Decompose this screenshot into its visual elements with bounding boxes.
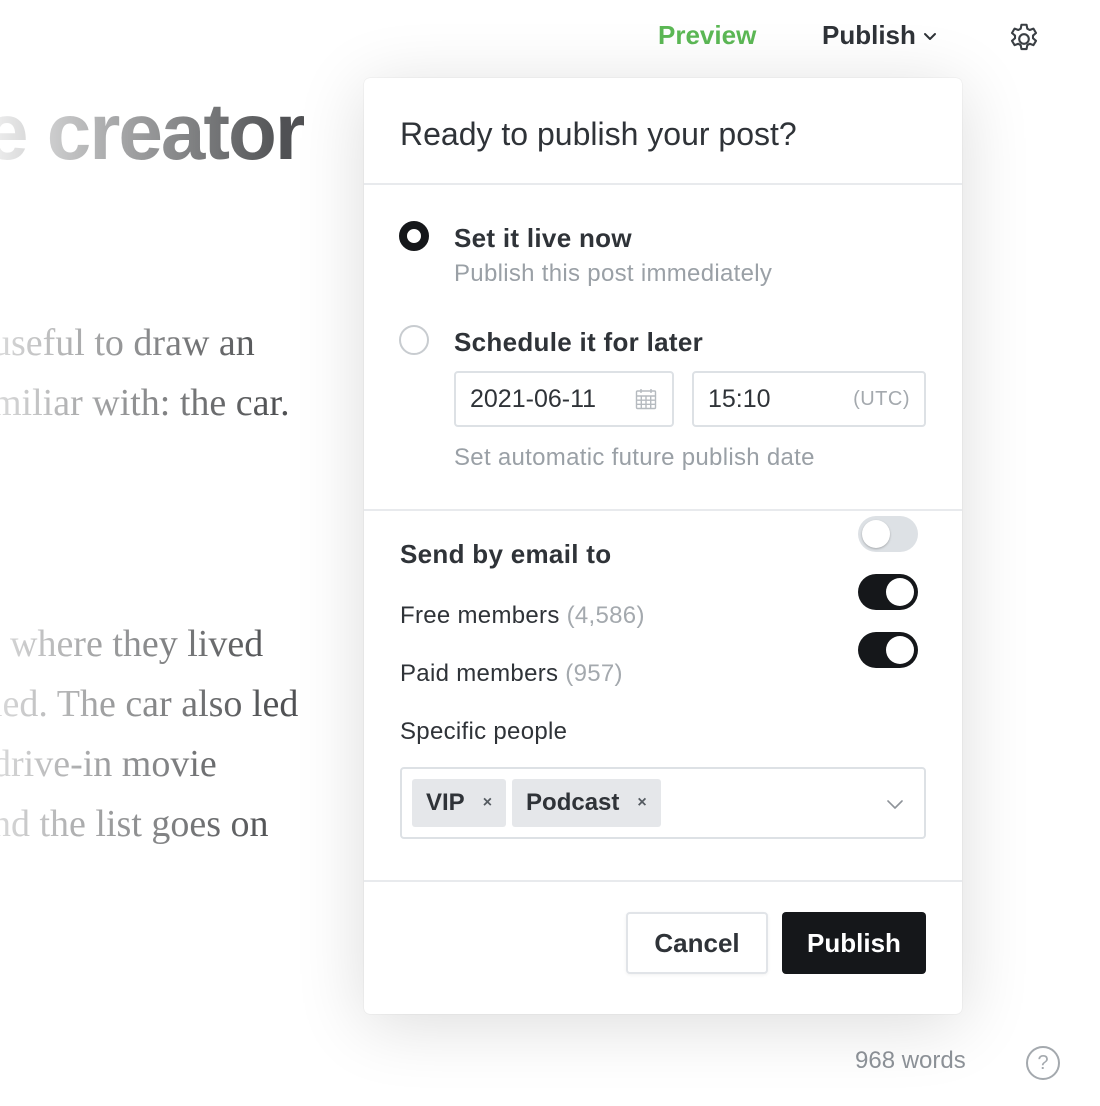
time-input[interactable]: 15:10 (UTC): [692, 371, 926, 427]
radio-set-live-now[interactable]: [399, 221, 429, 251]
chevron-down-icon: [922, 28, 938, 44]
help-icon[interactable]: ?: [1026, 1046, 1060, 1080]
specific-people-toggle[interactable]: [858, 632, 918, 668]
tag-label: VIP: [426, 789, 465, 816]
paragraph-line: drive-in movie: [0, 743, 217, 785]
post-paragraph[interactable]: where they lived led. The car also led d…: [0, 614, 298, 854]
publish-menu-button[interactable]: Publish: [822, 20, 938, 51]
remove-tag-icon[interactable]: ×: [637, 794, 646, 812]
calendar-icon: [634, 387, 658, 411]
date-input[interactable]: 2021-06-11: [454, 371, 674, 427]
option-label[interactable]: Schedule it for later: [454, 327, 703, 358]
paragraph-line: useful to draw an: [0, 322, 255, 364]
gear-icon[interactable]: [1006, 21, 1042, 57]
paragraph-line: where they lived: [10, 623, 264, 665]
toggle-knob: [886, 636, 914, 664]
publish-menu-label: Publish: [822, 20, 916, 50]
email-section-title: Send by email to: [400, 539, 612, 569]
tag-chip: VIP ×: [412, 779, 507, 827]
date-value: 2021-06-11: [470, 384, 597, 413]
preview-button[interactable]: Preview: [658, 20, 756, 51]
time-value: 15:10: [708, 384, 771, 413]
paragraph-line: led. The car also led: [0, 683, 299, 725]
publish-timing-section: Set it live now Publish this post immedi…: [364, 185, 962, 511]
free-members-label: Free members (4,586): [400, 602, 645, 630]
dialog-footer: Cancel Publish: [364, 882, 962, 1012]
chevron-down-icon[interactable]: [884, 793, 906, 815]
member-count: (957): [565, 660, 623, 687]
timezone-label: (UTC): [853, 387, 910, 410]
paid-members-label: Paid members (957): [400, 660, 623, 688]
option-label[interactable]: Set it live now: [454, 223, 632, 254]
row-label-text: Paid members: [400, 660, 559, 687]
row-label-text: Free members: [400, 602, 560, 629]
toggle-knob: [886, 578, 914, 606]
member-count: (4,586): [566, 602, 645, 629]
option-description: Publish this post immediately: [454, 260, 773, 287]
word-count: 968 words: [855, 1047, 966, 1074]
post-title[interactable]: e creator: [0, 86, 306, 178]
radio-schedule-later[interactable]: [399, 325, 429, 355]
post-paragraph[interactable]: useful to draw an miliar with: the car.: [0, 313, 290, 433]
cancel-button[interactable]: Cancel: [626, 912, 768, 974]
editor-page: Preview Publish e creator useful to draw…: [0, 0, 1100, 1106]
publish-button[interactable]: Publish: [782, 912, 926, 974]
paid-members-toggle[interactable]: [858, 574, 918, 610]
paragraph-line: miliar with: the car.: [0, 382, 290, 424]
email-section: Send by email to Free members (4,586) Pa…: [364, 511, 962, 882]
toggle-knob: [862, 520, 890, 548]
tag-chip: Podcast ×: [512, 779, 661, 827]
specific-people-label: Specific people: [400, 718, 567, 746]
tag-label: Podcast: [526, 789, 620, 816]
dialog-title: Ready to publish your post?: [364, 78, 962, 185]
free-members-toggle[interactable]: [858, 516, 918, 552]
row-label-text: Specific people: [400, 718, 568, 745]
paragraph-line: nd the list goes on: [0, 803, 269, 845]
option-description: Set automatic future publish date: [454, 444, 815, 471]
remove-tag-icon[interactable]: ×: [483, 794, 492, 812]
specific-people-select[interactable]: VIP × Podcast ×: [400, 767, 926, 839]
